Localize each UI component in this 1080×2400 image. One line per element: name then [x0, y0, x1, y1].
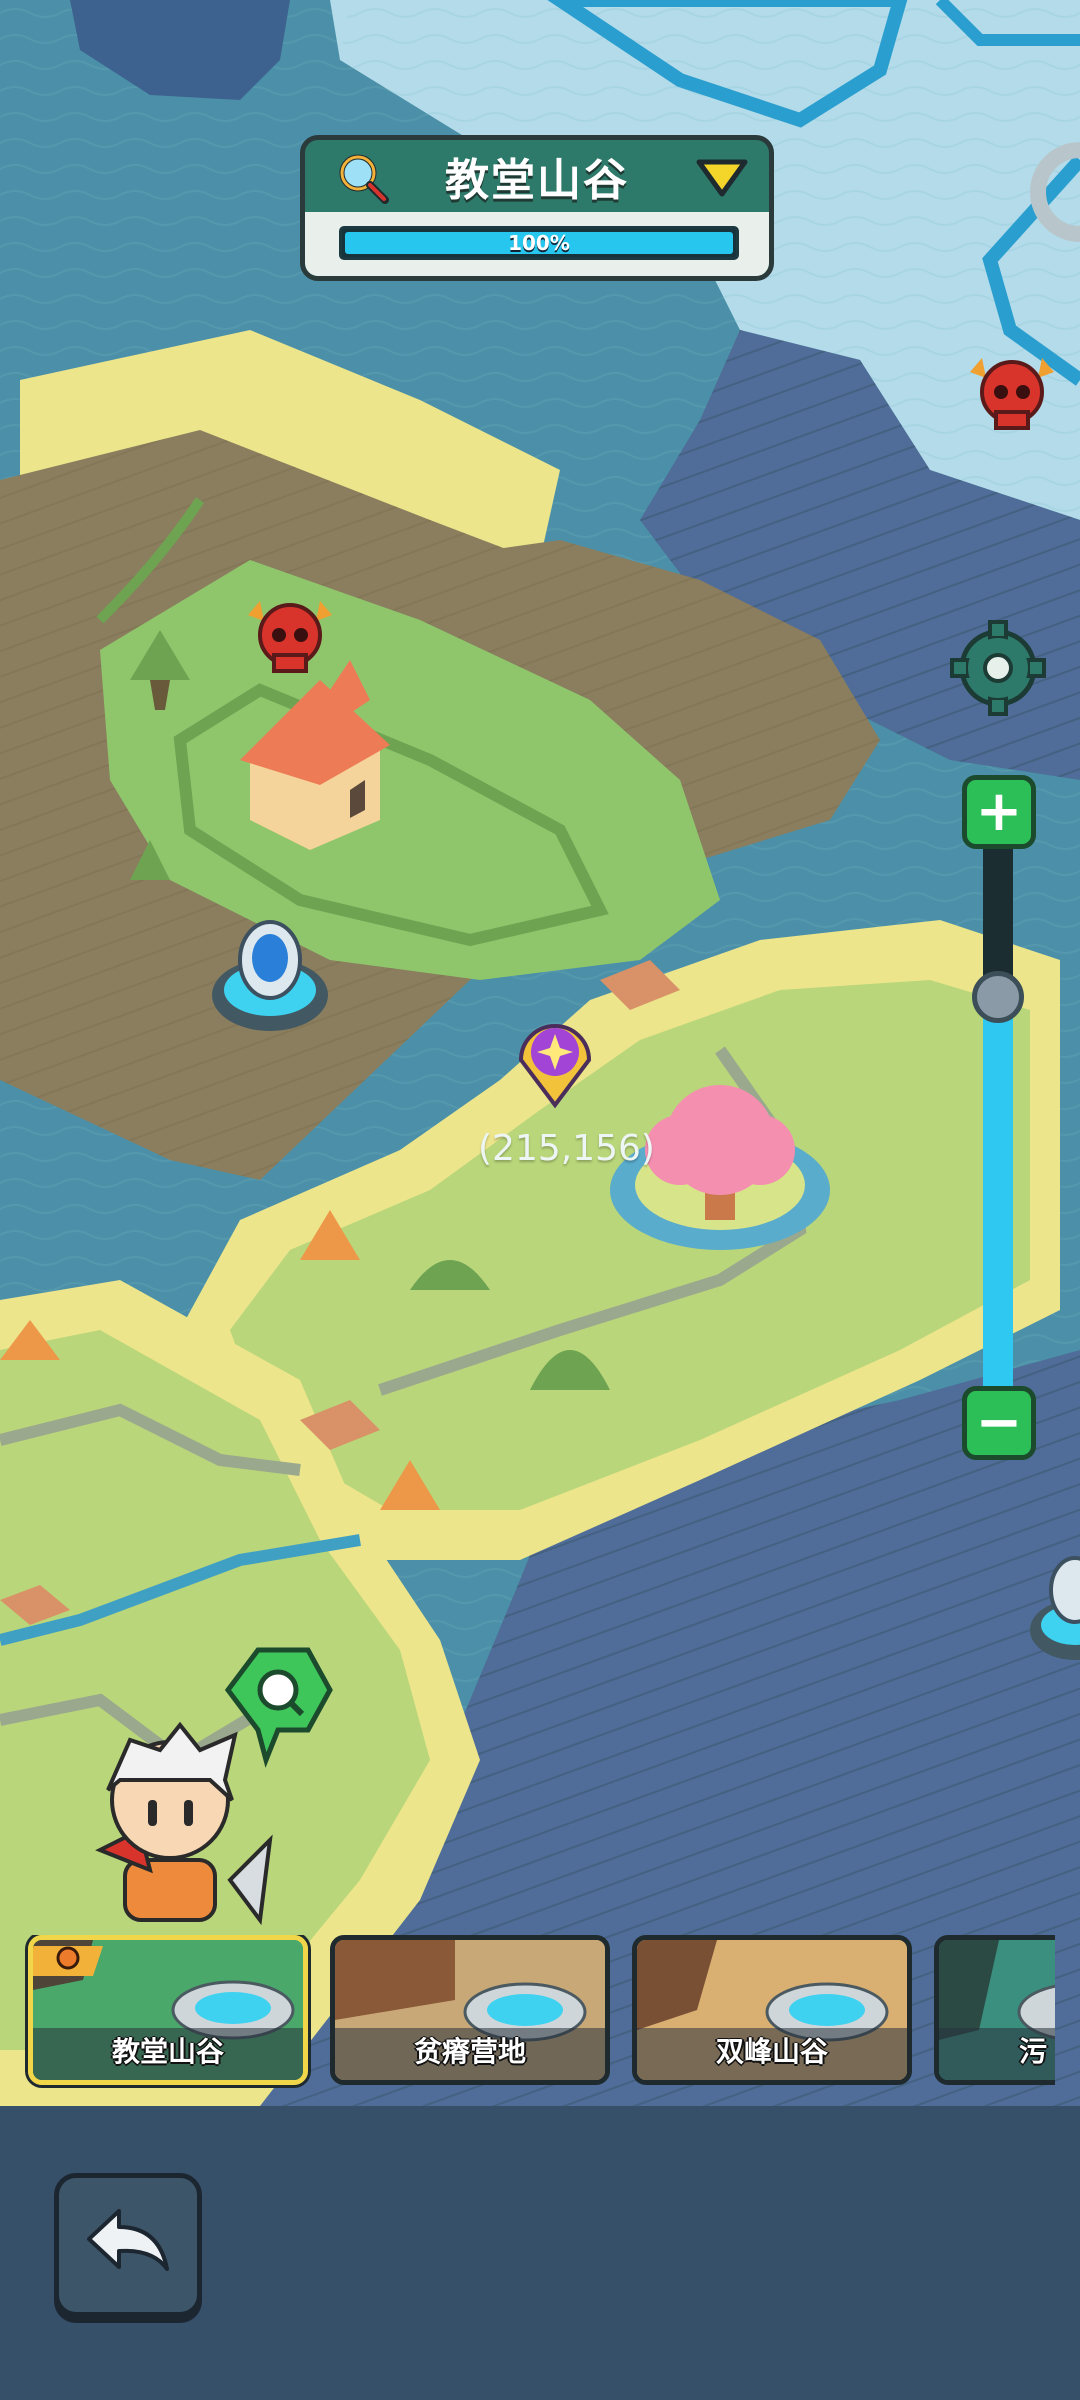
- back-arrow-icon: [87, 2209, 169, 2271]
- location-card-label: 污: [1019, 2035, 1048, 2068]
- zoom-out-button[interactable]: −: [962, 1386, 1036, 1460]
- coordinates-label: (215,156): [478, 1128, 655, 1169]
- location-card-list[interactable]: 教堂山谷 贫瘠营地 双峰山谷 污: [0, 1935, 1055, 2090]
- zoom-in-button[interactable]: +: [962, 775, 1036, 849]
- back-button[interactable]: [54, 2173, 202, 2317]
- location-card[interactable]: 教堂山谷: [28, 1935, 308, 2085]
- world-map[interactable]: [0, 0, 1080, 2106]
- search-icon[interactable]: [335, 150, 391, 206]
- zoom-slider-handle[interactable]: [972, 970, 1024, 1023]
- minus-icon: −: [975, 1390, 1023, 1455]
- location-card[interactable]: 污: [934, 1935, 1055, 2085]
- location-card[interactable]: 贫瘠营地: [330, 1935, 610, 2085]
- location-card-label: 教堂山谷: [111, 2035, 224, 2068]
- zoom-slider-track[interactable]: [983, 840, 1013, 1400]
- progress-bar: 100%: [339, 226, 739, 260]
- zoom-slider-fill: [983, 996, 1013, 1400]
- dropdown-triangle-icon[interactable]: [695, 158, 749, 198]
- location-card-label: 双峰山谷: [715, 2035, 828, 2068]
- location-card[interactable]: 双峰山谷: [632, 1935, 912, 2085]
- exploration-progress: 100%: [305, 212, 769, 276]
- location-card-label: 贫瘠营地: [413, 2035, 526, 2068]
- region-title-bar[interactable]: 教堂山谷: [305, 140, 769, 212]
- region-name: 教堂山谷: [445, 155, 629, 206]
- region-header-panel[interactable]: 教堂山谷 100%: [300, 135, 774, 281]
- plus-icon: +: [975, 779, 1023, 844]
- progress-text: 100%: [508, 231, 570, 255]
- game-screen: { "region": { "name": "教堂山谷", "progress_…: [0, 0, 1080, 2400]
